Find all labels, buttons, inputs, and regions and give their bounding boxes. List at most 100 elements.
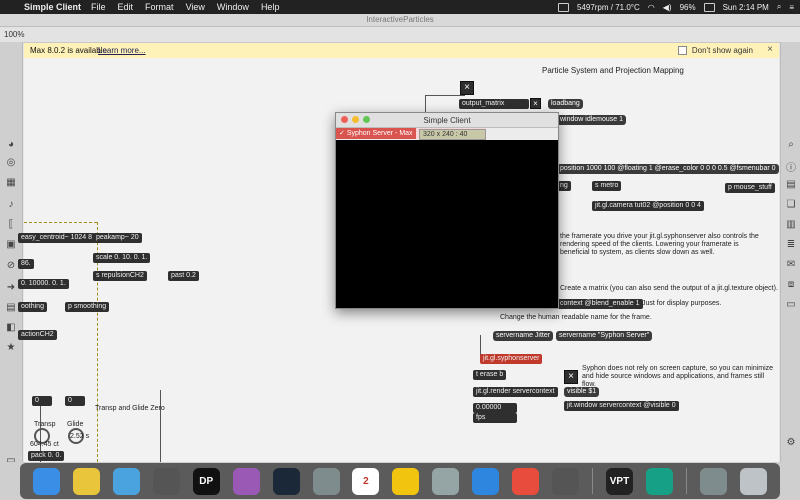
server-select[interactable]: ✓ Syphon Server - Max	[336, 128, 416, 139]
dock-xcode-icon[interactable]	[112, 467, 140, 495]
dock-calendar-icon[interactable]: 2	[352, 467, 380, 495]
inspector-icon[interactable]: ▥	[783, 219, 799, 230]
music-icon[interactable]: ♪	[3, 199, 19, 210]
dock-arduino-icon[interactable]	[645, 467, 673, 495]
window-icon[interactable]: ▭	[783, 299, 799, 310]
dont-show-checkbox[interactable]	[678, 46, 687, 55]
idlemouse-message[interactable]: window idlemouse 1	[557, 115, 627, 125]
dock-steam-icon[interactable]	[272, 467, 300, 495]
menu-format[interactable]: Format	[145, 2, 174, 12]
fps-menu[interactable]: fps	[473, 413, 517, 423]
palette-icon[interactable]: ◕	[3, 139, 19, 150]
simple-client-titlebar[interactable]: Simple Client	[336, 113, 558, 128]
split-icon[interactable]: ◧	[3, 322, 19, 333]
mouse-stuff-object[interactable]: p mouse_stuff	[725, 183, 775, 193]
past-object[interactable]: past 0.2	[168, 271, 199, 281]
dock-vpt-icon[interactable]: VPT	[606, 467, 633, 495]
visible-message[interactable]: visible $1	[564, 387, 600, 397]
star-icon[interactable]: ★	[3, 342, 19, 353]
servername-syphon-message[interactable]: servername "Syphon Server"	[556, 331, 653, 341]
layers-icon[interactable]: ≣	[783, 239, 799, 250]
visible-toggle[interactable]: ×	[564, 370, 578, 384]
control-center-icon[interactable]: ≡	[789, 3, 794, 12]
battery-percent[interactable]: 96%	[680, 3, 696, 12]
dock-photos-icon[interactable]	[392, 467, 420, 495]
arrow-icon[interactable]: ➜	[3, 282, 19, 293]
dock-finder-icon[interactable]	[32, 467, 60, 495]
dock-siri-icon[interactable]	[232, 467, 260, 495]
position-message[interactable]: position 1000 100 @floating 1 @erase_col…	[557, 164, 779, 174]
dock-appstore-icon[interactable]	[472, 467, 500, 495]
target-icon[interactable]: ◎	[3, 157, 19, 168]
stack-icon[interactable]: ▤	[3, 302, 19, 313]
learn-more-link[interactable]: Learn more...	[98, 46, 146, 55]
menu-file[interactable]: File	[91, 2, 106, 12]
render-object[interactable]: jit.gl.render servercontext	[473, 387, 558, 397]
menu-window[interactable]: Window	[217, 2, 249, 12]
attraction-send-object[interactable]: actionCH2	[18, 330, 57, 340]
repulsion-send-object[interactable]: s repulsionCH2	[93, 271, 147, 281]
dock-dp-icon[interactable]: DP	[192, 467, 220, 495]
smoothing-object-2[interactable]: p smoothing	[65, 302, 110, 312]
mixer-icon[interactable]: ⧈	[783, 279, 799, 290]
peakamp-object[interactable]: peakamp~ 20	[93, 233, 142, 243]
dock-chrome-icon[interactable]	[72, 467, 100, 495]
menu-app-name[interactable]: Simple Client	[24, 2, 81, 12]
chat-icon[interactable]: ✉	[783, 259, 799, 270]
s-metro-object[interactable]: s metro	[592, 181, 622, 191]
menu-help[interactable]: Help	[261, 2, 280, 12]
search-sidebar-icon[interactable]: ⌕	[783, 139, 799, 150]
fan-status[interactable]: 5497rpm / 71.0°C	[577, 3, 640, 12]
ng-object[interactable]: ng	[557, 181, 571, 191]
status-area: 5497rpm / 71.0°C ◠ ◀) 96% Sun 2:14 PM ⌕ …	[557, 0, 794, 14]
fps-number[interactable]: 0.00000	[473, 403, 517, 413]
close-toggle[interactable]: ×	[460, 81, 474, 95]
zoom-level[interactable]: 100%	[4, 30, 24, 39]
search-icon[interactable]: ⌕	[777, 2, 781, 12]
syphon-note-comment: Syphon does not rely on screen capture, …	[582, 365, 774, 388]
scale-object[interactable]: scale 0. 10. 0. 1.	[93, 253, 151, 263]
output-matrix-object[interactable]: output_matrix	[459, 99, 529, 109]
dock-trash-icon[interactable]	[739, 467, 767, 495]
servername-jitter-message[interactable]: servername Jitter	[493, 331, 554, 341]
server-name: Syphon Server - Max	[346, 130, 413, 137]
smoothing-object-1[interactable]: oothing	[18, 302, 47, 312]
volume-icon[interactable]: ◀)	[663, 3, 672, 12]
close-banner-icon[interactable]: ×	[767, 44, 773, 55]
number-box-a[interactable]: 0	[32, 396, 52, 406]
battery-icon[interactable]	[703, 2, 715, 12]
jit-window-object[interactable]: jit.window servercontext @visible 0	[564, 401, 679, 411]
image-icon[interactable]: ▣	[3, 239, 19, 250]
dock-calculator-icon[interactable]	[552, 467, 580, 495]
syphonserver-object[interactable]: jit.gl.syphonserver	[480, 354, 543, 364]
settings-icon[interactable]: ⚙	[783, 437, 799, 448]
number-86[interactable]: 86.	[18, 259, 34, 269]
erase-trigger-object[interactable]: t erase b	[473, 370, 507, 380]
centroid-object[interactable]: easy_centroid~ 1024 8	[18, 233, 96, 243]
dock-downloads-icon[interactable]	[699, 467, 727, 495]
format-icon[interactable]: ▤	[783, 179, 799, 190]
dock-prefs-icon[interactable]	[432, 467, 460, 495]
pack-object[interactable]: pack 0. 0.	[28, 451, 65, 461]
blend-object[interactable]: context @blend_enable 1	[557, 299, 643, 309]
dock-launchpad-icon[interactable]	[312, 467, 340, 495]
range-object[interactable]: 0. 10000. 0. 1.	[18, 279, 69, 289]
dock-news-icon[interactable]	[512, 467, 540, 495]
number-box-b[interactable]: 0	[65, 396, 85, 406]
bracket-icon[interactable]: ⟦	[3, 219, 19, 230]
grid-icon[interactable]: ▦	[3, 177, 19, 188]
clue-icon[interactable]: ❏	[783, 199, 799, 210]
info-icon[interactable]: ⓘ	[783, 159, 799, 174]
header-comment: Particle System and Projection Mapping	[542, 66, 684, 75]
link-icon[interactable]: ⊘	[3, 260, 19, 271]
loadbang-object[interactable]: loadbang	[548, 99, 583, 109]
dock-max-icon[interactable]	[152, 467, 180, 495]
menu-edit[interactable]: Edit	[118, 2, 134, 12]
dont-show-label[interactable]: Don't show again	[692, 46, 753, 55]
wifi-icon[interactable]: ◠	[648, 3, 655, 12]
output-matrix-toggle[interactable]: ×	[530, 98, 541, 109]
clock[interactable]: Sun 2:14 PM	[723, 3, 769, 12]
monitor-icon[interactable]	[557, 2, 569, 12]
menu-view[interactable]: View	[186, 2, 205, 12]
camera-object[interactable]: jit.gl.camera tut02 @position 0 0 4	[592, 201, 704, 211]
